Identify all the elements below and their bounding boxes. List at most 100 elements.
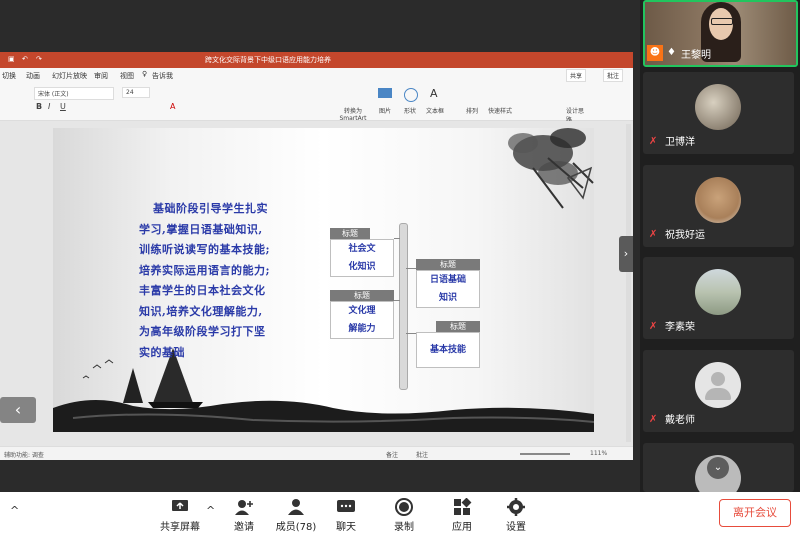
- diagram-node[interactable]: 标题 日语基础 知识: [416, 259, 480, 308]
- save-icon[interactable]: ▣: [8, 55, 15, 63]
- node-label: 标题: [330, 290, 394, 301]
- participant-name: 戴老师: [665, 415, 695, 426]
- settings-icon: [507, 498, 525, 516]
- underline-icon[interactable]: U: [60, 102, 66, 111]
- picture-icon[interactable]: [378, 88, 392, 98]
- comment-button[interactable]: 批注: [603, 69, 624, 82]
- lightbulb-icon: ♀: [142, 70, 148, 78]
- shape-icon[interactable]: [404, 88, 418, 102]
- notes-button[interactable]: 备注: [386, 450, 398, 459]
- video-tile[interactable]: ⌄: [643, 443, 794, 492]
- share-screen-icon: [172, 500, 188, 511]
- body-line: 丰富学生的日本社会文化: [139, 284, 266, 297]
- settings-button[interactable]: 设置: [494, 492, 538, 533]
- glasses-icon: [711, 18, 733, 25]
- muted-mic-icon: ✗: [649, 414, 658, 425]
- redo-icon[interactable]: ↷: [36, 55, 42, 63]
- accessibility-status[interactable]: 辅助功能: 调查: [4, 450, 44, 459]
- tell-me-search[interactable]: 告诉我: [152, 71, 173, 81]
- chat-label: 聊天: [336, 522, 356, 533]
- node-body: 社会文 化知识: [330, 239, 394, 277]
- share-screen-button[interactable]: 共享屏幕: [158, 492, 202, 533]
- diagram-spine: [399, 223, 408, 390]
- video-tile[interactable]: ☻ ♦ 王黎明: [643, 0, 798, 67]
- quick-style-button[interactable]: 快速样式: [488, 106, 512, 115]
- video-tile[interactable]: ✗ 戴老师: [643, 350, 794, 432]
- menu-item[interactable]: 幻灯片放映: [52, 71, 87, 81]
- diagram-connector: [394, 300, 400, 301]
- editor-scrollbar[interactable]: [626, 124, 631, 442]
- mic-icon: ♦: [667, 47, 676, 58]
- invite-button[interactable]: 邀请: [222, 492, 266, 533]
- avatar: [695, 177, 741, 223]
- video-tile[interactable]: ✗ 李素荣: [643, 257, 794, 339]
- default-avatar-icon: [695, 362, 741, 408]
- members-icon: [288, 499, 304, 515]
- collapse-panel-button[interactable]: ›: [619, 236, 633, 272]
- record-button[interactable]: 录制: [382, 492, 426, 533]
- comments-button[interactable]: 批注: [416, 450, 428, 459]
- chat-button[interactable]: 聊天: [324, 492, 368, 533]
- ink-landscape-decoration: [53, 348, 594, 432]
- participant-name: 卫博洋: [665, 137, 695, 148]
- body-line: 学习,掌握日语基础知识,: [139, 222, 263, 236]
- video-tile[interactable]: ✗ 祝我好运: [643, 165, 794, 247]
- record-label: 录制: [394, 522, 414, 533]
- body-line: 实的基础: [139, 345, 185, 359]
- share-options-chevron-icon[interactable]: ^: [206, 504, 215, 517]
- avatar: [695, 84, 741, 130]
- prev-page-button[interactable]: ‹: [0, 397, 36, 423]
- leave-meeting-button[interactable]: 离开会议: [719, 499, 791, 527]
- menu-item[interactable]: 视图: [120, 71, 134, 81]
- bold-icon[interactable]: B: [36, 102, 42, 111]
- apps-label: 应用: [452, 522, 472, 533]
- share-button[interactable]: 共享: [566, 69, 587, 82]
- smartart-button[interactable]: 转换为SmartArt: [336, 106, 370, 122]
- node-label: 标题: [330, 228, 370, 239]
- font-color-icon[interactable]: A: [170, 102, 175, 111]
- muted-mic-icon: ✗: [649, 321, 658, 332]
- node-text: 知识: [438, 293, 457, 303]
- textbox-icon[interactable]: A: [430, 87, 438, 100]
- font-name-select[interactable]: 宋体 (正文): [34, 87, 114, 100]
- avatar: [695, 269, 741, 315]
- font-size-select[interactable]: 24: [122, 87, 150, 98]
- powerpoint-window: ▣ ↶ ↷ 跨文化交际背景下中级口语应用能力培养 切换 动画 幻灯片放映 审阅 …: [0, 52, 633, 460]
- participant-name: 王黎明: [681, 50, 711, 61]
- menu-item[interactable]: 切换: [2, 71, 16, 81]
- ppt-titlebar: ▣ ↶ ↷ 跨文化交际背景下中级口语应用能力培养: [0, 52, 633, 68]
- arrange-button[interactable]: 排列: [466, 106, 478, 115]
- node-text: 解能力: [348, 324, 376, 334]
- apps-button[interactable]: 应用: [440, 492, 484, 533]
- diagram-node[interactable]: 标题 基本技能: [416, 321, 480, 368]
- picture-label: 图片: [379, 108, 392, 115]
- menu-item[interactable]: 动画: [26, 71, 40, 81]
- meeting-toolbar: ^ 共享屏幕 ^ 邀请 成员(78) 聊天 录制 应用 设置 离开会议: [0, 492, 800, 533]
- members-button[interactable]: 成员(78): [274, 492, 318, 533]
- zoom-slider[interactable]: [520, 453, 570, 455]
- invite-label: 邀请: [234, 522, 254, 533]
- members-label: 成员(78): [275, 522, 317, 533]
- italic-icon[interactable]: I: [48, 102, 50, 111]
- video-tile[interactable]: ✗ 卫博洋: [643, 72, 794, 154]
- body-line: 知识,培养文化理解能力,: [139, 304, 263, 318]
- undo-icon[interactable]: ↶: [22, 55, 28, 63]
- diagram-node[interactable]: 标题 文化理 解能力: [330, 290, 394, 339]
- diagram-node[interactable]: 标题 社会文 化知识: [330, 228, 394, 277]
- slide-body-text[interactable]: 基础阶段引导学生扎实 学习,掌握日语基础知识, 训练听说读写的基本技能; 培养实…: [139, 199, 299, 363]
- node-text: 文化理: [348, 306, 376, 316]
- body-line: 为高年级阶段学习打下坚: [139, 325, 266, 338]
- meeting-canvas: [0, 0, 640, 52]
- node-body: 日语基础 知识: [416, 270, 480, 308]
- scroll-down-icon[interactable]: ⌄: [707, 457, 729, 479]
- textbox-label: 文本框: [426, 108, 445, 115]
- node-text: 社会文: [348, 244, 376, 254]
- diagram-connector: [406, 268, 416, 269]
- menu-item[interactable]: 审阅: [94, 71, 108, 81]
- audio-expand-icon[interactable]: ^: [10, 504, 19, 517]
- node-body: 文化理 解能力: [330, 301, 394, 339]
- slide-canvas[interactable]: 基础阶段引导学生扎实 学习,掌握日语基础知识, 训练听说读写的基本技能; 培养实…: [53, 128, 594, 432]
- zoom-level[interactable]: 111%: [590, 450, 607, 457]
- diagram-connector: [394, 238, 400, 239]
- chat-icon: [337, 500, 355, 512]
